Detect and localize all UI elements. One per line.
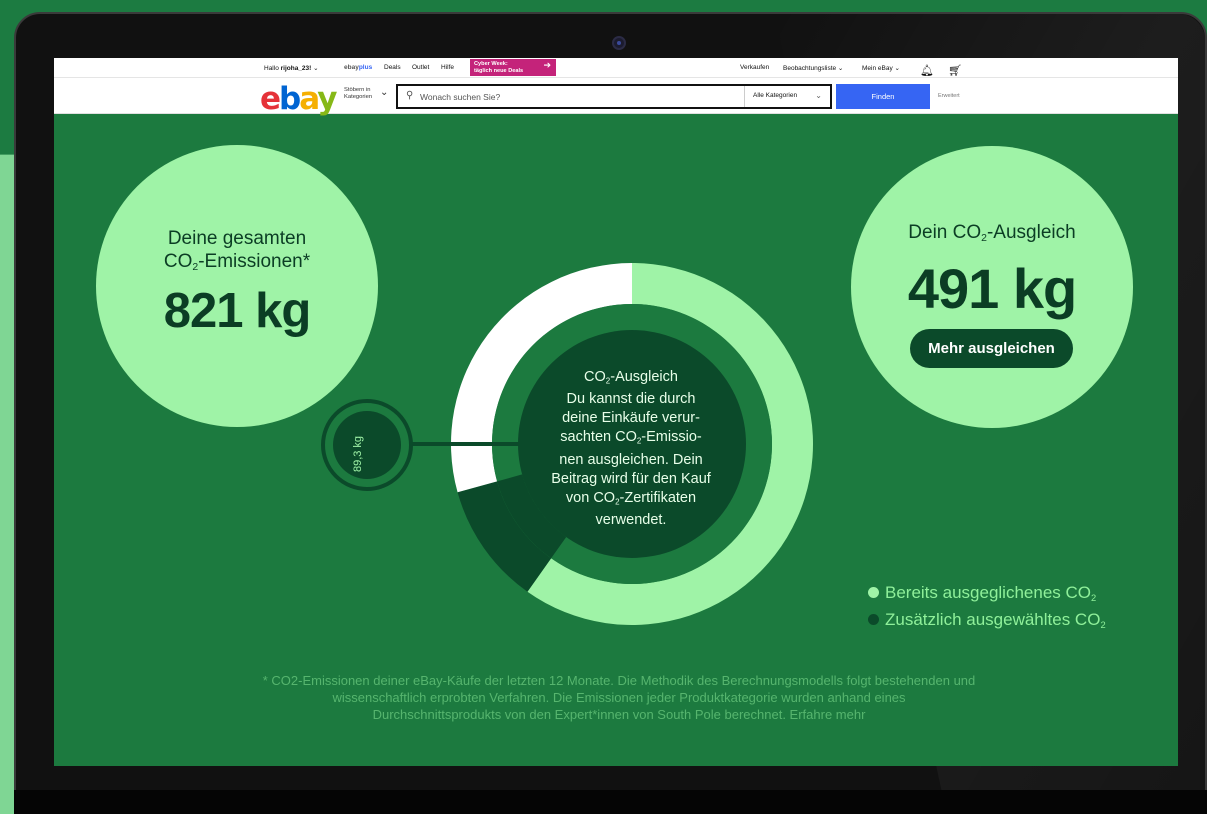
chart-legend: Bereits ausgeglichenes CO2 Zusätzlich au… xyxy=(868,582,1106,636)
total-emissions-label: Deine gesamten CO2-Emissionen* xyxy=(96,227,378,279)
legend-label: Zusätzlich ausgewähltes CO xyxy=(885,609,1101,629)
footnote-line: * CO2-Emissionen deiner eBay-Käufe der l… xyxy=(262,673,976,688)
label-line2: CO2-Emissionen* xyxy=(96,250,378,279)
laptop-base xyxy=(14,790,1207,814)
offset-value: 491 kg xyxy=(907,257,1077,320)
legend-dot xyxy=(868,613,879,625)
text-a: sachten CO xyxy=(560,429,637,446)
offset-explanation: CO2-Ausgleich Du kannst die durch deine … xyxy=(526,368,736,530)
text-co: CO xyxy=(584,369,606,385)
label-rest: -Emissionen* xyxy=(198,251,311,272)
label-co: CO xyxy=(163,251,193,272)
explanation-line: CO2-Ausgleich xyxy=(526,368,736,390)
explanation-line: verwendet. xyxy=(595,512,667,529)
offset-label: Dein CO2-Ausgleich xyxy=(851,222,1133,244)
label-rest: -Ausgleich xyxy=(986,222,1076,243)
legend-label: Bereits ausgeglichenes CO xyxy=(885,583,1092,602)
label-co: Dein CO xyxy=(908,222,982,243)
legend-dot xyxy=(868,587,879,598)
legend-item-additional: Zusätzlich ausgewähltes CO2 xyxy=(868,609,1106,636)
text-rest: -Ausgleich xyxy=(610,369,678,385)
explanation-line: nen ausgleichen. Dein xyxy=(559,451,703,468)
text-b: -Zertifikaten xyxy=(619,489,697,506)
label-line1: Deine gesamten xyxy=(167,228,307,249)
explanation-line: Du kannst die durch xyxy=(566,391,696,408)
methodology-footnote: * CO2-Emissionen deiner eBay-Käufe der l… xyxy=(204,672,1034,723)
text-b: -Emissio- xyxy=(641,429,702,446)
additional-offset-value: 89,3 kg xyxy=(352,435,364,473)
offset-bubble: Dein CO2-Ausgleich 491 kg Mehr ausgleich… xyxy=(851,146,1133,428)
explanation-line: von CO2-Zertifikaten xyxy=(526,489,736,511)
footnote-line: Durchschnittsprodukts von den Expert*inn… xyxy=(372,707,866,722)
legend-item-already-offset: Bereits ausgeglichenes CO2 xyxy=(868,582,1106,609)
footnote-line: wissenschaftlich erprobten Verfahren. Di… xyxy=(332,690,906,705)
explanation-line: sachten CO2-Emissio- xyxy=(526,428,736,450)
total-emissions-value: 821 kg xyxy=(163,284,312,338)
browser-screen: Hallo rijoha_23! ⌄ ebayplus Deals Outlet… xyxy=(54,58,1178,766)
total-emissions-bubble: Deine gesamten CO2-Emissionen* 821 kg xyxy=(96,145,378,427)
subscript: 2 xyxy=(1100,619,1106,630)
offset-more-button[interactable]: Mehr ausgleichen xyxy=(910,329,1073,368)
explanation-line: Beitrag wird für den Kauf xyxy=(551,470,711,487)
camera-icon xyxy=(612,36,626,50)
text-a: von CO xyxy=(565,489,616,506)
explanation-line: deine Einkäufe verur- xyxy=(562,410,700,427)
subscript: 2 xyxy=(1091,592,1097,603)
